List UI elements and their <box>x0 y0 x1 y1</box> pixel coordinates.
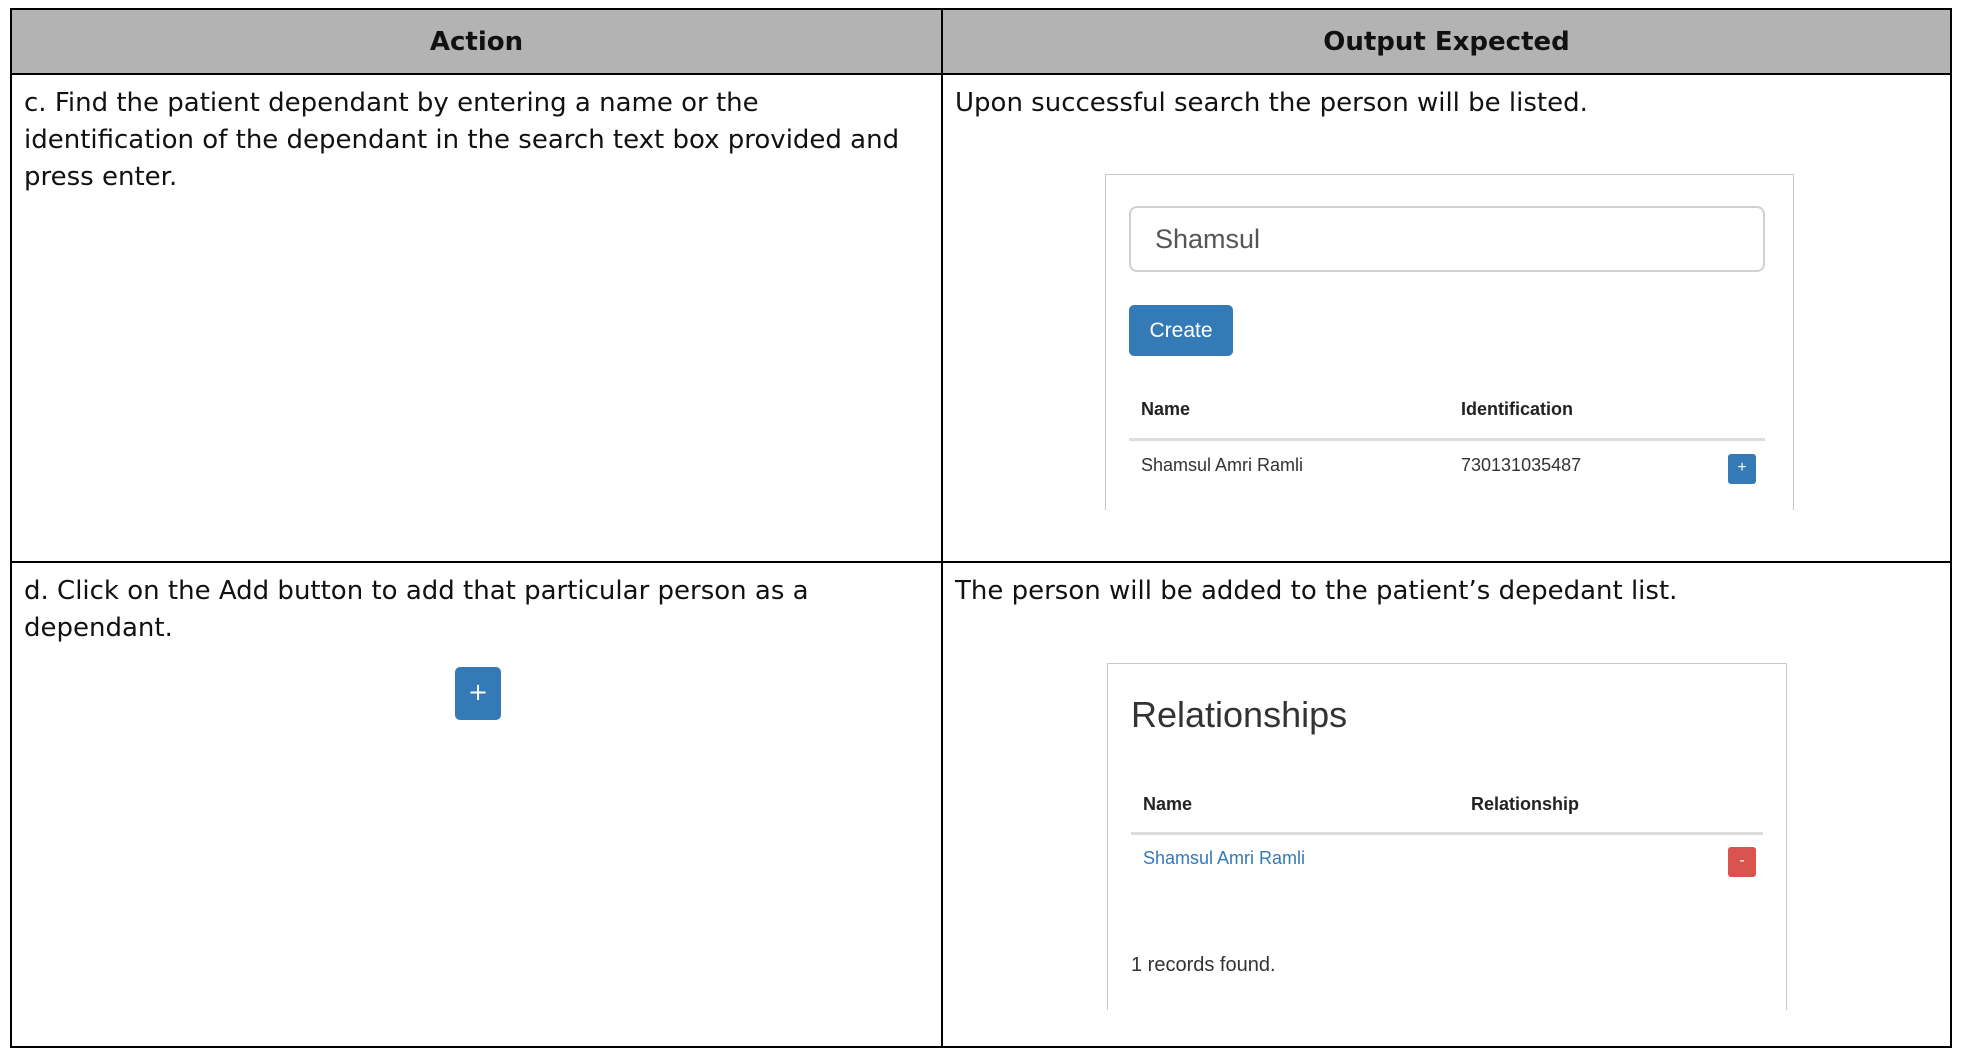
column-header-identification: Identification <box>1461 399 1573 419</box>
table-row: c. Find the patient dependant by enterin… <box>10 73 1952 563</box>
records-count: 1 records found. <box>1131 953 1276 976</box>
relationships-title: Relationships <box>1131 693 1348 735</box>
search-screenshot: Shamsul Create Name Identification Shams… <box>1105 174 1794 510</box>
column-header-name: Name <box>1143 793 1193 814</box>
action-cell: c. Find the patient dependant by enterin… <box>10 73 943 563</box>
result-identification: 730131035487 <box>1461 455 1582 475</box>
action-text: d. Click on the Add button to add that p… <box>24 575 809 643</box>
expected-text: Upon successful search the person will b… <box>955 88 1588 118</box>
expected-text: The person will be added to the patient’… <box>955 575 1678 606</box>
column-header-name: Name <box>1141 399 1191 419</box>
column-header-relationship: Relationship <box>1471 793 1580 814</box>
table-row: d. Click on the Add button to add that p… <box>10 560 1952 1048</box>
test-steps-table: Action Output Expected c. Find the patie… <box>10 8 1952 1048</box>
search-input[interactable]: Shamsul <box>1129 206 1765 272</box>
action-cell: d. Click on the Add button to add that p… <box>10 560 943 1048</box>
expected-cell: Upon successful search the person will b… <box>941 73 1952 563</box>
action-text: c. Find the patient dependant by enterin… <box>24 88 900 192</box>
header-action: Action <box>10 8 943 75</box>
expected-cell: The person will be added to the patient’… <box>941 560 1952 1048</box>
dependant-name-link[interactable]: Shamsul Amri Ramli <box>1143 848 1305 869</box>
relationships-screenshot: Relationships Name Relationship Shamsul … <box>1107 662 1787 1010</box>
add-button-illustration[interactable]: + <box>455 666 501 720</box>
grid-divider <box>1129 438 1765 441</box>
grid-divider <box>1131 831 1763 835</box>
create-button[interactable]: Create <box>1129 305 1233 356</box>
header-output-expected: Output Expected <box>941 8 1952 75</box>
add-dependant-button[interactable]: + <box>1728 454 1756 484</box>
remove-dependant-button[interactable]: - <box>1728 846 1756 877</box>
table-header-row: Action Output Expected <box>10 8 1952 75</box>
result-name: Shamsul Amri Ramli <box>1141 455 1304 475</box>
